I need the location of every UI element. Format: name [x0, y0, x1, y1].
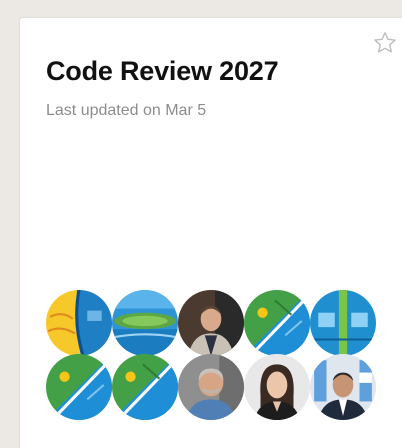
avatar[interactable] — [112, 290, 178, 356]
avatar[interactable] — [46, 354, 112, 420]
avatar[interactable] — [178, 290, 244, 356]
star-icon[interactable] — [372, 30, 398, 56]
avatar[interactable] — [310, 354, 376, 420]
member-avatars — [46, 290, 386, 420]
card-title[interactable]: Code Review 2027 — [46, 56, 279, 87]
avatar-row — [46, 290, 386, 356]
avatar-row — [46, 354, 386, 420]
avatar[interactable] — [178, 354, 244, 420]
avatar[interactable] — [244, 290, 310, 356]
avatar[interactable] — [46, 290, 112, 356]
last-updated-text: Last updated on Mar 5 — [46, 102, 207, 119]
avatar[interactable] — [244, 354, 310, 420]
avatar[interactable] — [310, 290, 376, 356]
project-card[interactable]: Code Review 2027 Last updated on Mar 5 — [20, 18, 402, 448]
avatar[interactable] — [112, 354, 178, 420]
